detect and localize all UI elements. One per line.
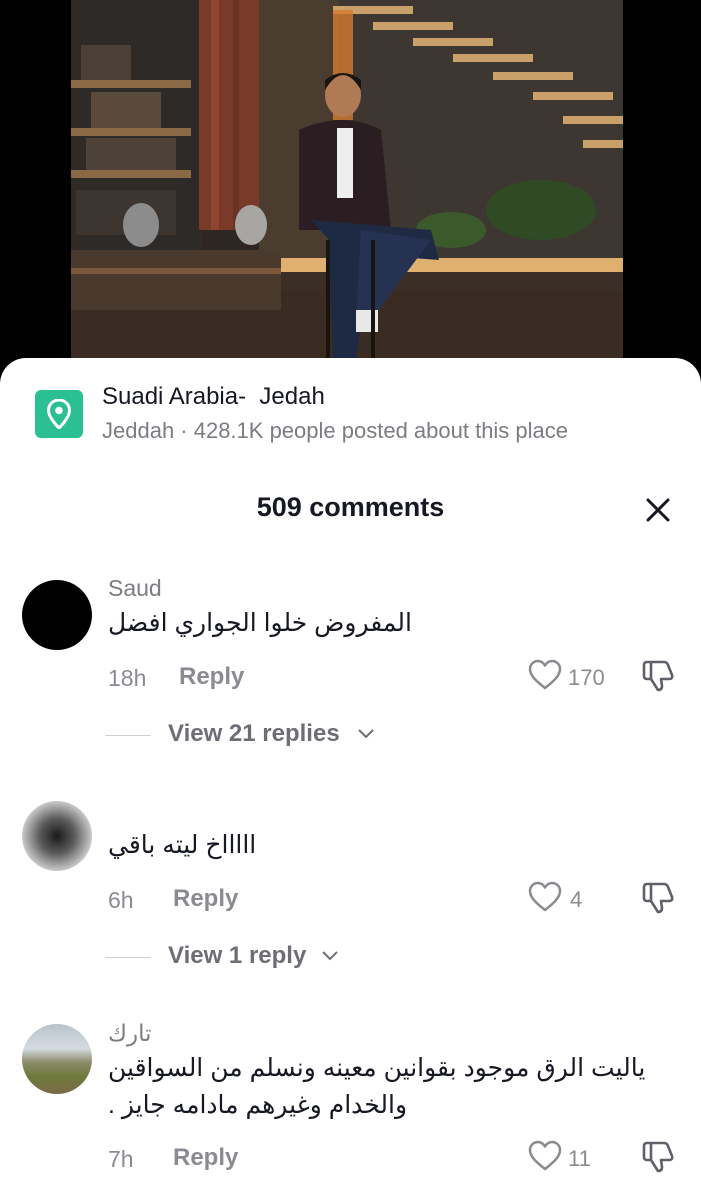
comment-time: 6h xyxy=(108,887,134,913)
avatar[interactable] xyxy=(22,801,92,871)
like-button[interactable] xyxy=(528,659,562,696)
video-scene-image xyxy=(71,0,623,380)
comments-sheet: Suadi Arabia- Jedah Jeddah · 428.1K peop… xyxy=(0,358,701,1200)
like-count: 170 xyxy=(568,665,605,690)
view-replies-button[interactable]: View 1 reply xyxy=(105,942,355,972)
comment-text: ياليت الرق موجود بقوانين معينه ونسلم من … xyxy=(108,1054,646,1119)
comments-count: 509 comments xyxy=(256,492,445,522)
thumbs-down-icon xyxy=(642,1141,674,1173)
avatar[interactable] xyxy=(22,580,92,650)
heart-icon xyxy=(528,659,562,690)
divider-line xyxy=(105,957,151,958)
like-count: 4 xyxy=(570,887,583,912)
view-replies-label: View 21 replies xyxy=(168,720,340,747)
like-count: 11 xyxy=(568,1146,591,1171)
video-frame xyxy=(71,0,623,380)
comment-time: 7h xyxy=(108,1146,134,1172)
reply-button[interactable]: Reply xyxy=(179,663,244,691)
comment-text: اااااخ ليته باقي xyxy=(108,831,257,859)
like-button[interactable] xyxy=(528,1140,562,1177)
place-title: Suadi Arabia- Jedah xyxy=(102,383,325,410)
view-replies-button[interactable]: View 21 replies xyxy=(105,720,385,750)
comment-username[interactable]: تارك xyxy=(108,1020,151,1047)
chevron-down-icon xyxy=(322,951,338,961)
video-player[interactable] xyxy=(0,0,701,380)
thumbs-down-icon xyxy=(642,660,674,692)
comment-time: 18h xyxy=(108,665,147,691)
close-icon xyxy=(646,498,670,522)
chevron-down-icon xyxy=(358,729,374,739)
dislike-button[interactable] xyxy=(640,657,676,693)
reply-button[interactable]: Reply xyxy=(173,885,238,913)
comment-username[interactable]: Saud xyxy=(108,575,162,602)
like-button[interactable] xyxy=(528,881,562,918)
place-subtitle: Jeddah · 428.1K people posted about this… xyxy=(102,418,569,443)
dislike-button[interactable] xyxy=(640,1138,676,1174)
avatar[interactable] xyxy=(22,1024,92,1094)
heart-icon xyxy=(528,1140,562,1171)
reply-button[interactable]: Reply xyxy=(173,1144,238,1172)
close-button[interactable] xyxy=(638,490,678,530)
heart-icon xyxy=(528,881,562,912)
comment-text: المفروض خلوا الجواري افضل xyxy=(108,609,412,637)
view-replies-label: View 1 reply xyxy=(168,942,307,969)
thumbs-down-icon xyxy=(642,882,674,914)
dislike-button[interactable] xyxy=(640,879,676,915)
place-link[interactable]: Suadi Arabia- Jedah Jeddah · 428.1K peop… xyxy=(0,358,701,468)
divider-line xyxy=(105,735,151,736)
location-pin-icon xyxy=(35,390,83,438)
